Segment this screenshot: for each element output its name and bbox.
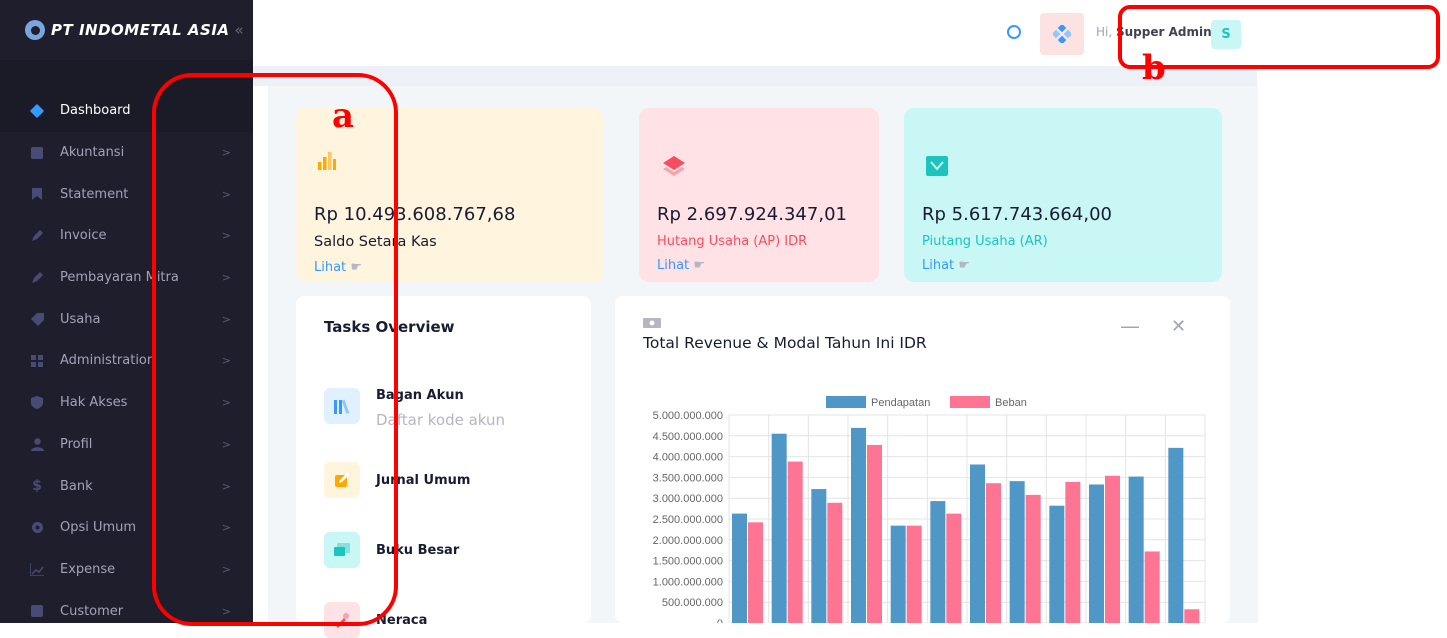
- y-tick-label: 4.000.000.000: [653, 452, 723, 464]
- brand[interactable]: PT INDOMETAL ASIA «: [0, 0, 253, 60]
- bar-pendapatan: [771, 433, 787, 623]
- bar-pendapatan: [930, 501, 946, 623]
- annotation-box-a: [152, 73, 398, 626]
- bar-pendapatan: [970, 464, 985, 623]
- bar-chart: 5.000.000.000 4.500.000.000 4.000.000.000 3…: [653, 396, 1206, 623]
- bar-beban: [1184, 609, 1200, 623]
- hand-pointing-icon: ☛: [958, 258, 970, 273]
- bar-pendapatan: [1049, 505, 1065, 623]
- y-tick-label: 2.000.000.000: [653, 535, 723, 547]
- annotation-label-b: b: [1142, 48, 1166, 88]
- stat-label: Hutang Usaha (AP) IDR: [657, 234, 808, 249]
- inbox-icon: [926, 156, 948, 176]
- y-tick-label: 500.000.000: [662, 597, 723, 609]
- brand-logo-icon: [25, 20, 45, 40]
- annotation-label-a: a: [332, 96, 355, 136]
- search-icon[interactable]: [1007, 25, 1021, 39]
- stat-card-piutang: Rp 5.617.743.664,00 Piutang Usaha (AR) L…: [904, 108, 1222, 282]
- stat-link-label: Lihat: [657, 258, 690, 273]
- bar-pendapatan: [1128, 476, 1144, 623]
- bar-pendapatan: [890, 525, 906, 623]
- bar-pendapatan: [732, 513, 747, 623]
- bar-beban: [748, 522, 763, 623]
- pen-icon: [30, 229, 44, 243]
- y-tick-label: 0: [717, 618, 723, 623]
- legend-label: Pendapatan: [871, 397, 930, 409]
- bookmark-icon: [30, 187, 44, 201]
- user-icon: [30, 437, 44, 451]
- legend-swatch: [950, 396, 990, 408]
- chart-line-icon: [30, 562, 44, 576]
- bar-pendapatan: [1168, 447, 1184, 623]
- legend-label: Beban: [995, 397, 1027, 409]
- bar-beban: [906, 525, 922, 623]
- pen-icon: [30, 271, 44, 285]
- bar-pendapatan: [1009, 481, 1025, 623]
- stat-link[interactable]: Lihat ☛: [657, 258, 705, 273]
- stat-label: Piutang Usaha (AR): [922, 234, 1048, 249]
- shield-icon: [30, 396, 44, 410]
- stat-value: Rp 5.617.743.664,00: [922, 204, 1112, 225]
- stat-link-label: Lihat: [922, 258, 955, 273]
- subheader-strip: [253, 66, 1257, 86]
- gear-icon: [30, 521, 44, 535]
- folder-icon: [30, 604, 44, 618]
- revenue-chart-panel: Total Revenue & Modal Tahun Ini IDR — ✕ …: [615, 296, 1230, 623]
- stat-link[interactable]: Lihat ☛: [922, 258, 970, 273]
- bar-pendapatan: [1089, 484, 1104, 623]
- apps-button[interactable]: [1040, 13, 1084, 55]
- dollar-icon: $: [32, 478, 42, 495]
- y-tick-label: 1.000.000.000: [653, 576, 723, 588]
- stat-card-hutang: Rp 2.697.924.347,01 Hutang Usaha (AP) ID…: [639, 108, 879, 282]
- bar-beban: [1025, 494, 1041, 623]
- y-tick-label: 5.000.000.000: [653, 410, 723, 422]
- hand-pointing-icon: ☛: [693, 258, 705, 273]
- y-tick-label: 4.500.000.000: [653, 431, 723, 443]
- bar-beban: [1144, 551, 1160, 623]
- main-content: Rp 10.493.608.767,68 Saldo Setara Kas Li…: [268, 86, 1258, 638]
- y-tick-label: 3.000.000.000: [653, 493, 723, 505]
- bar-beban: [946, 513, 962, 623]
- calculator-icon: [30, 146, 44, 160]
- double-chevron-left-icon[interactable]: «: [235, 21, 244, 39]
- y-tick-label: 1.500.000.000: [653, 556, 723, 568]
- bar-beban: [787, 461, 803, 623]
- y-tick-label: 3.500.000.000: [653, 472, 723, 484]
- tag-icon: [30, 312, 44, 326]
- stat-value: Rp 2.697.924.347,01: [657, 204, 847, 225]
- bar-beban: [986, 483, 1001, 623]
- y-tick-label: 2.500.000.000: [653, 514, 723, 526]
- bar-pendapatan: [851, 427, 866, 623]
- diamond-icon: [29, 103, 45, 118]
- legend-swatch: [826, 396, 866, 408]
- annotation-box-b: [1118, 5, 1440, 69]
- apps-icon: [1053, 25, 1071, 43]
- greeting-prefix: Hi,: [1096, 25, 1113, 39]
- bar-pendapatan: [811, 489, 827, 623]
- grid-icon: [30, 354, 44, 368]
- layers-icon: [663, 156, 685, 176]
- bar-beban: [827, 502, 843, 623]
- bar-beban: [1065, 481, 1081, 623]
- bar-beban: [867, 444, 882, 623]
- brand-name: PT INDOMETAL ASIA: [51, 21, 230, 39]
- bar-beban: [1105, 475, 1120, 623]
